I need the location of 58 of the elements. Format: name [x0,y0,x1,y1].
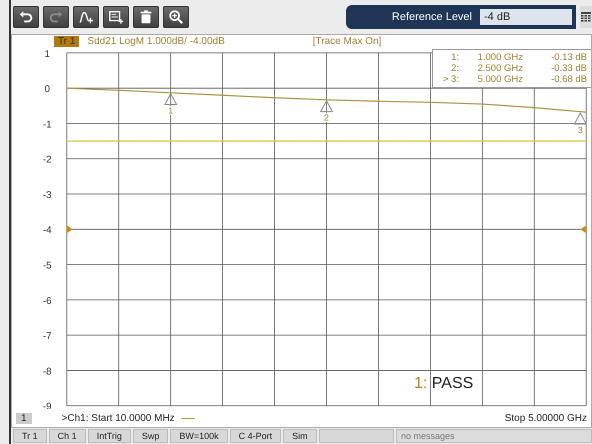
trash-icon [138,9,154,25]
marker-value: -0.68 dB [550,74,587,85]
marker-number: 2: [450,63,459,74]
marker-label: 3 [578,124,583,134]
y-axis-label: -5 [42,260,52,272]
delete-button[interactable] [133,6,159,28]
marker-value: -0.13 dB [550,52,587,63]
status-bar-item[interactable]: Tr 1 [13,429,47,443]
y-axis-label: 1 [44,48,50,60]
reference-level-field[interactable]: -4 dB [480,9,572,25]
status-bar-item[interactable]: Sim [283,429,317,443]
undo-icon [18,9,34,25]
reference-level-label: Reference Level [392,11,472,23]
redo-icon [48,9,64,25]
y-axis-label: -1 [42,119,52,130]
marker-value: -0.33 dB [550,63,587,74]
y-axis-label: -7 [42,330,52,342]
marker-number: 1: [450,52,459,63]
y-axis-label: 0 [44,84,50,95]
zoom-button[interactable] [163,6,189,28]
undo-button[interactable] [13,6,39,28]
trace-badge[interactable]: Tr 1 [54,36,80,48]
status-bar-item[interactable]: IntTrig [88,429,131,443]
reference-marker-icon [66,225,73,233]
stop-frequency: Stop 5.00000 GHz [504,412,587,424]
status-bar-item[interactable]: BW=100k [170,429,228,443]
y-axis-label: -6 [42,296,52,307]
marker-frequency: 1.000 GHz [476,52,523,63]
limit-test-number: 1: [414,375,428,392]
y-axis-label: -3 [42,190,52,201]
limit-test-result: PASS [432,375,474,392]
memory-button[interactable] [103,6,129,28]
y-axis-label: -8 [42,366,52,378]
status-bar-item[interactable]: Ch 1 [48,429,86,443]
y-axis-label: -4 [42,224,52,236]
status-bar-item[interactable]: C 4-Port [230,429,282,443]
y-axis-label: -2 [42,154,52,166]
marker-triangle-icon [320,100,334,112]
message-field: no messages [396,429,592,443]
status-bar-item[interactable]: Swp [132,429,168,443]
trace-add-icon [78,9,94,25]
keypad-button[interactable] [580,6,592,28]
marker-frequency: 5.000 GHz [476,74,523,85]
marker-triangle-icon [574,112,588,124]
keypad-icon [581,12,591,22]
y-axis-label: -9 [42,401,52,410]
marker-triangle-icon [164,92,178,105]
zoom-icon [168,9,184,25]
trace-description: Sdd21 LogM 1.000dB/ -4.00dB [87,36,225,48]
start-frequency: >Ch1: Start 10.0000 MHz [62,412,175,424]
marker-frequency: 2.500 GHz [476,63,523,74]
memory-icon [108,9,124,25]
trace-legend-line [180,418,195,419]
trace-add-button[interactable] [73,6,99,28]
reference-marker-icon [580,225,586,233]
marker-number: > 3: [442,74,459,85]
channel-badge[interactable]: 1 [16,412,32,424]
trace-status: [Trace Max On] [312,36,382,48]
